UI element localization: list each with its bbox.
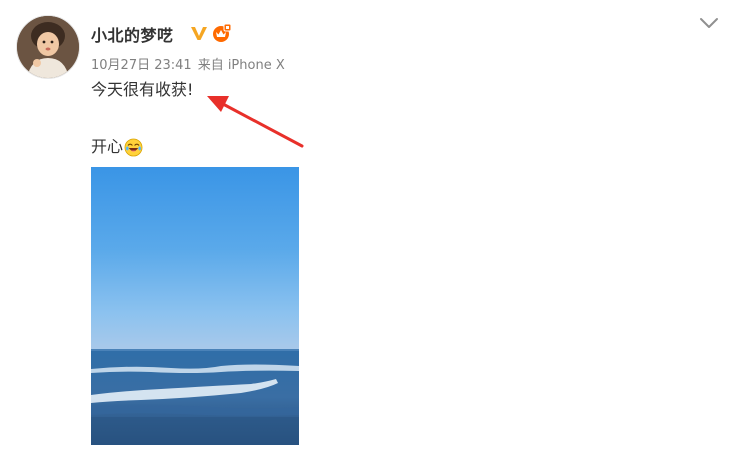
post-text-line1: 今天很有收获! (91, 80, 194, 99)
post-text-line2: 开心 (91, 137, 124, 156)
avatar-photo-icon (17, 16, 79, 78)
sea-horizon-photo-icon (91, 167, 299, 445)
vip-crown-icon[interactable] (211, 22, 233, 44)
red-arrow-annotation-icon (207, 96, 304, 148)
post-image[interactable] (91, 167, 299, 445)
post-timestamp[interactable]: 10月27日 23:41 (91, 54, 192, 73)
author-name[interactable]: 小北的梦呓 (91, 22, 174, 46)
post-meta: 10月27日 23:41 来自 iPhone X (91, 54, 285, 73)
weibo-post-card: 小北的梦呓 10月27日 23:41 来自 iPhone X 今天很有收获! 开… (0, 0, 729, 459)
verified-v-icon[interactable] (189, 24, 209, 42)
laughing-emoji-icon (124, 138, 143, 156)
chevron-down-icon[interactable] (698, 14, 720, 32)
user-avatar[interactable] (16, 15, 80, 79)
post-text-line2-row: 开心 (91, 136, 143, 158)
post-source: 来自 iPhone X (197, 58, 285, 73)
author-badges (189, 22, 233, 44)
